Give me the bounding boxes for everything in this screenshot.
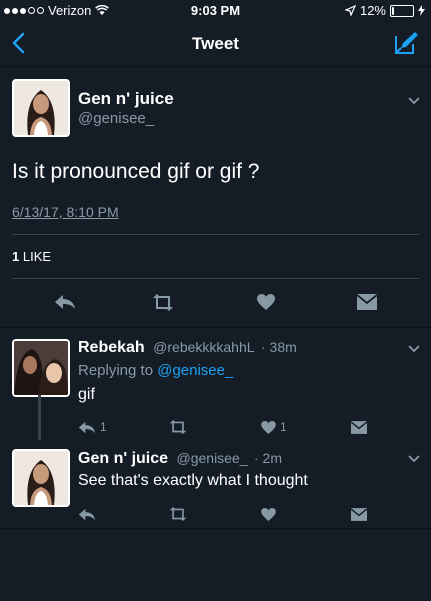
- author-name: Rebekah: [78, 339, 145, 356]
- reply-text: See that's exactly what I thought: [78, 472, 308, 489]
- dm-icon: [357, 294, 377, 310]
- reply-count: 1: [100, 420, 107, 434]
- like-button[interactable]: [257, 291, 275, 313]
- replying-mention[interactable]: @genisee_: [157, 362, 233, 379]
- author-handle: @genisee_: [176, 450, 248, 466]
- empty-area: [0, 528, 431, 601]
- divider: [0, 327, 431, 328]
- heart-icon: [261, 507, 276, 521]
- dm-icon: [351, 420, 367, 434]
- avatar[interactable]: [12, 339, 70, 397]
- nav-bar: Tweet: [0, 20, 431, 67]
- dm-button[interactable]: [351, 503, 367, 525]
- reply-icon: [78, 508, 96, 520]
- retweet-button[interactable]: [168, 416, 188, 438]
- author-name: Gen n' juice: [78, 450, 169, 467]
- thread-line: [38, 395, 41, 440]
- likes-stat[interactable]: 1 LIKE: [12, 249, 51, 264]
- reply-button[interactable]: [54, 291, 76, 313]
- divider: [12, 234, 419, 235]
- battery-percent: 12%: [359, 3, 386, 18]
- caret-down-icon[interactable]: [407, 344, 421, 354]
- dm-button[interactable]: [351, 416, 367, 438]
- heart-icon: [261, 420, 276, 434]
- likes-label: LIKE: [22, 249, 52, 264]
- retweet-icon: [153, 293, 173, 311]
- battery-icon: [390, 4, 414, 17]
- like-count: 1: [280, 420, 287, 434]
- replying-to: Replying to @genisee_: [78, 362, 233, 379]
- reply-time: · 2m: [254, 450, 282, 466]
- caret-down-icon[interactable]: [407, 454, 421, 464]
- tweet-timestamp[interactable]: 6/13/17, 8:10 PM: [12, 204, 119, 220]
- retweet-button[interactable]: [168, 503, 188, 525]
- reply-button[interactable]: [78, 503, 96, 525]
- avatar[interactable]: [12, 79, 70, 137]
- compose-icon[interactable]: [393, 30, 419, 56]
- status-right: 12%: [344, 3, 425, 18]
- charging-icon: [418, 5, 425, 16]
- author-handle[interactable]: @genisee_: [78, 110, 154, 127]
- like-button[interactable]: [261, 503, 276, 525]
- reply-author-line[interactable]: Rebekah @rebekkkkahhL · 38m: [78, 339, 297, 357]
- reply-actions: [0, 503, 431, 527]
- reply-actions: 1 1: [0, 416, 431, 440]
- tweet-actions: [0, 291, 431, 315]
- divider: [12, 278, 419, 279]
- status-bar: Verizon 9:03 PM 12%: [0, 0, 431, 20]
- tweet-text: Is it pronounced gif or gif ?: [12, 160, 260, 183]
- retweet-button[interactable]: [151, 291, 175, 313]
- reply-time: · 38m: [261, 339, 297, 355]
- likes-count: 1: [12, 249, 20, 264]
- author-handle: @rebekkkkahhL: [153, 339, 255, 355]
- dm-icon: [351, 507, 367, 521]
- reply-icon: [78, 421, 96, 433]
- dm-button[interactable]: [357, 291, 377, 313]
- replying-prefix: Replying to: [78, 362, 154, 379]
- avatar[interactable]: [12, 449, 70, 507]
- retweet-icon: [169, 420, 187, 434]
- reply-author-line[interactable]: Gen n' juice @genisee_ · 2m: [78, 450, 282, 468]
- reply-icon: [55, 295, 75, 309]
- page-title: Tweet: [192, 34, 239, 53]
- reply-button[interactable]: 1: [78, 416, 107, 438]
- reply-text: gif: [78, 386, 95, 403]
- author-name[interactable]: Gen n' juice: [78, 89, 174, 109]
- caret-down-icon[interactable]: [407, 96, 421, 106]
- like-button[interactable]: 1: [261, 416, 287, 438]
- heart-icon: [257, 294, 275, 310]
- retweet-icon: [169, 507, 187, 521]
- location-arrow-icon: [344, 5, 356, 16]
